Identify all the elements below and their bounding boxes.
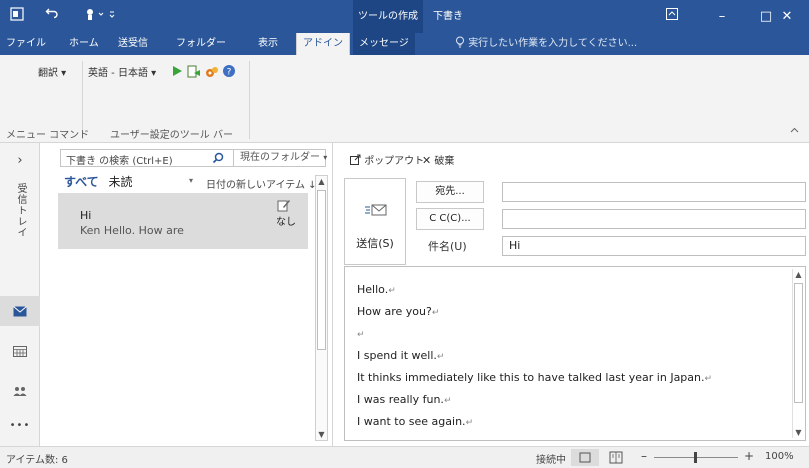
zoom-slider[interactable] [654, 452, 738, 463]
send-envelope-icon [365, 203, 387, 217]
search-input[interactable]: 下書き の検索 (Ctrl+E) 現在のフォルダー ▾ [60, 149, 327, 167]
discard-button[interactable]: ✕ 破棄 [422, 152, 454, 167]
tab-message[interactable]: メッセージ [353, 33, 415, 55]
settings-gears-icon[interactable] [204, 64, 220, 80]
scroll-up-icon[interactable]: ▲ [793, 269, 804, 280]
zoom-level[interactable]: 100% [765, 451, 794, 462]
search-icon[interactable] [212, 152, 224, 164]
body-line: I want to see again.↵ [357, 415, 474, 428]
document-arrow-icon[interactable] [186, 64, 202, 80]
filter-unread[interactable]: 未読 [109, 175, 133, 189]
lightbulb-icon [455, 36, 468, 49]
reading-view-icon[interactable] [609, 451, 623, 464]
list-item[interactable]: Hi Ken Hello. How are なし [58, 193, 308, 249]
customize-quick-access-icon[interactable] [85, 7, 115, 25]
collapse-ribbon-icon[interactable] [790, 123, 799, 136]
compose-pane: ポップアウト ✕ 破棄 送信(S) 宛先... C C(C)... 件名(U) … [334, 143, 809, 446]
filter-bar: すべて 未読 [64, 173, 133, 189]
search-scope-label: 現在のフォルダー [240, 152, 320, 163]
scroll-down-icon[interactable]: ▼ [316, 429, 327, 440]
scrollbar-thumb[interactable] [317, 190, 326, 350]
close-button[interactable]: ✕ [765, 0, 809, 33]
ribbon: 翻訳 ▾ 英語 - 日本語 ▾ ? メニュー コマンド ユーザー設定のツール バ… [0, 55, 809, 143]
send-button[interactable]: 送信(S) [344, 178, 406, 265]
sort-by-dropdown[interactable]: 日付の新しいアイテム ↓ [206, 176, 317, 191]
connection-status: 接続中 [536, 455, 566, 466]
popout-icon [350, 154, 364, 167]
body-line: I spend it well.↵ [357, 349, 445, 362]
zoom-slider-thumb[interactable] [694, 452, 697, 463]
chevron-down-icon: ▾ [323, 153, 328, 162]
filter-all[interactable]: すべて [64, 175, 99, 189]
help-icon[interactable]: ? [222, 64, 238, 80]
people-icon[interactable] [0, 376, 40, 406]
undo-icon[interactable] [45, 7, 59, 25]
scroll-up-icon[interactable]: ▲ [316, 176, 327, 187]
tell-me-placeholder: 実行したい作業を入力してください... [468, 38, 638, 49]
tab-view[interactable]: 表示 [258, 33, 278, 55]
category-label: なし [276, 217, 296, 228]
message-sender: Hi [80, 209, 92, 222]
list-scrollbar[interactable]: ▲ ▼ [315, 175, 328, 441]
language-pair-dropdown[interactable]: 英語 - 日本語 ▾ [88, 64, 156, 79]
folder-pane-collapsed: › 受信トレイ ••• [0, 143, 40, 446]
tab-addins[interactable]: アドイン [296, 33, 350, 55]
message-body-editor[interactable]: Hello.↵ How are you?↵ ↵ I spend it well.… [344, 266, 806, 441]
ribbon-display-options-icon[interactable] [650, 0, 694, 33]
filter-chevron-icon[interactable]: ▾ [189, 176, 193, 185]
item-count: アイテム数: 6 [6, 455, 68, 466]
group-label-menu-commands: メニュー コマンド [6, 130, 90, 141]
body-line: How are you?↵ [357, 305, 440, 318]
popout-button[interactable]: ポップアウト [350, 152, 424, 167]
calendar-icon[interactable] [0, 336, 40, 366]
status-bar: アイテム数: 6 接続中 – + 100% [0, 446, 809, 468]
to-button[interactable]: 宛先... [416, 181, 484, 203]
tab-home[interactable]: ホーム [69, 33, 99, 55]
expand-folder-pane-button[interactable]: › [0, 153, 40, 168]
tell-me-box[interactable]: 実行したい作業を入力してください... [455, 33, 637, 55]
scroll-down-icon[interactable]: ▼ [793, 427, 804, 438]
title-bar: ツールの作成 下書き – □ ✕ [0, 0, 809, 33]
play-icon[interactable] [170, 64, 186, 80]
discard-label: 破棄 [434, 156, 455, 167]
message-preview: Ken Hello. How are [80, 224, 184, 237]
close-icon: ✕ [422, 154, 432, 167]
group-label-custom-toolbars: ユーザー設定のツール バー [110, 130, 233, 141]
body-line: It thinks immediately like this to have … [357, 371, 713, 384]
body-scrollbar[interactable]: ▲ ▼ [792, 269, 804, 438]
minimize-button[interactable]: – [700, 0, 744, 33]
tab-file[interactable]: ファイル [6, 33, 46, 55]
zoom-out-button[interactable]: – [641, 449, 647, 463]
subject-label: 件名(U) [428, 240, 467, 253]
to-field[interactable] [502, 182, 806, 202]
svg-text:?: ? [227, 68, 232, 78]
ribbon-group-divider [249, 61, 250, 139]
cc-field[interactable] [502, 209, 806, 229]
cc-button[interactable]: C C(C)... [416, 208, 484, 230]
body-line: Hello.↵ [357, 283, 396, 296]
scrollbar-thumb[interactable] [794, 283, 803, 403]
more-apps-button[interactable]: ••• [0, 411, 40, 441]
tab-folder[interactable]: フォルダー [176, 33, 226, 55]
subject-field[interactable]: Hi [502, 236, 806, 256]
outlook-app-icon[interactable] [10, 7, 24, 25]
normal-view-button[interactable] [571, 449, 599, 466]
body-line: ↵ [357, 330, 365, 340]
tab-send-receive[interactable]: 送受信 [118, 33, 148, 55]
contextual-tab-group-label: ツールの作成 [353, 0, 423, 33]
search-placeholder: 下書き の検索 (Ctrl+E) [66, 156, 173, 167]
message-list-pane: 下書き の検索 (Ctrl+E) 現在のフォルダー ▾ すべて 未読 ▾ 日付の… [40, 143, 333, 446]
zoom-in-button[interactable]: + [744, 449, 754, 463]
translate-dropdown[interactable]: 翻訳 ▾ [38, 64, 66, 79]
mail-icon[interactable] [0, 296, 40, 326]
search-scope-dropdown[interactable]: 現在のフォルダー ▾ [233, 150, 327, 166]
draft-edit-icon [277, 198, 291, 212]
ribbon-tab-bar: ファイル ホーム 送受信 フォルダー 表示 アドイン メッセージ 実行したい作業… [0, 33, 809, 55]
window-title: 下書き [433, 11, 463, 22]
body-line: I was really fun.↵ [357, 393, 452, 406]
send-label: 送信(S) [356, 237, 394, 250]
current-folder-label[interactable]: 受信トレイ [12, 183, 28, 238]
popout-label: ポップアウト [364, 156, 425, 167]
